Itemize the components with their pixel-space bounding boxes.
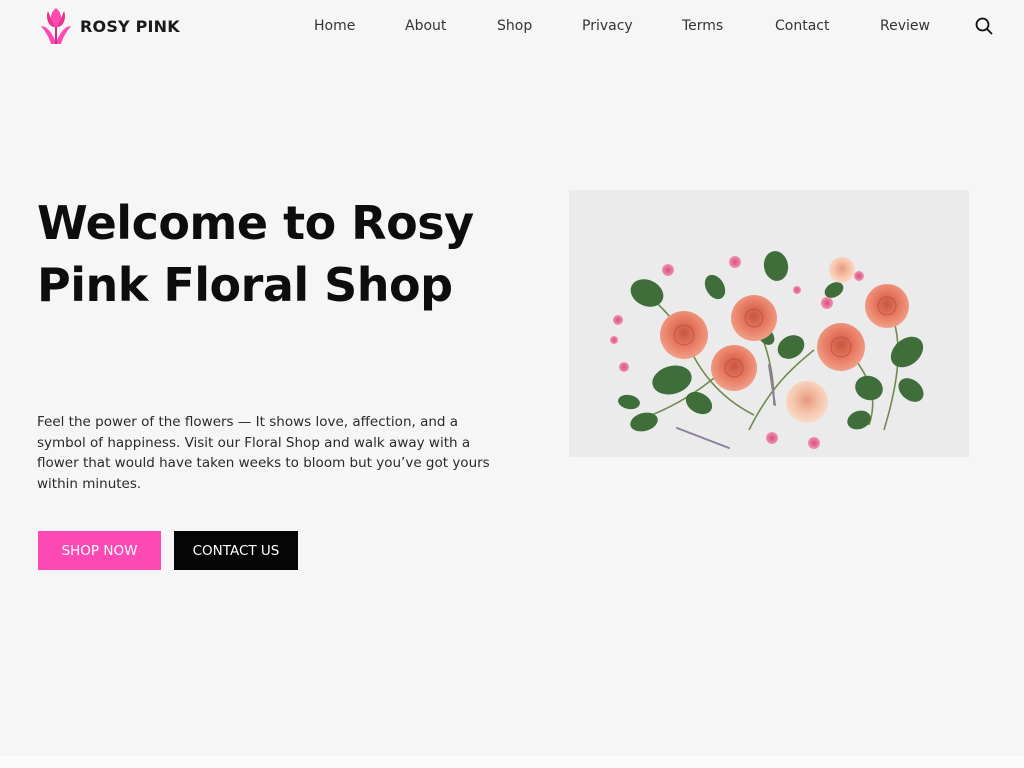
page-bottom-edge (0, 756, 1024, 768)
search-icon[interactable] (975, 17, 993, 35)
shop-now-button[interactable]: SHOP NOW (38, 531, 161, 570)
brand-name: ROSY PINK (80, 16, 180, 36)
hero-description: Feel the power of the flowers — It shows… (37, 414, 490, 492)
tulip-icon (38, 6, 74, 46)
contact-us-button[interactable]: CONTACT US (174, 531, 298, 570)
nav-home[interactable]: Home (314, 16, 355, 36)
nav-privacy[interactable]: Privacy (582, 16, 633, 36)
nav-about[interactable]: About (405, 16, 446, 36)
nav-shop[interactable]: Shop (497, 16, 532, 36)
nav-contact[interactable]: Contact (775, 16, 829, 36)
nav-review[interactable]: Review (880, 16, 930, 36)
brand-logo[interactable]: ROSY PINK (38, 6, 180, 46)
site-header: ROSY PINK Home About Shop Privacy Terms … (0, 0, 1024, 52)
roses-flatlay-image (569, 190, 969, 457)
nav-terms[interactable]: Terms (682, 16, 723, 36)
hero-title: Welcome to Rosy Pink Floral Shop (37, 196, 474, 312)
